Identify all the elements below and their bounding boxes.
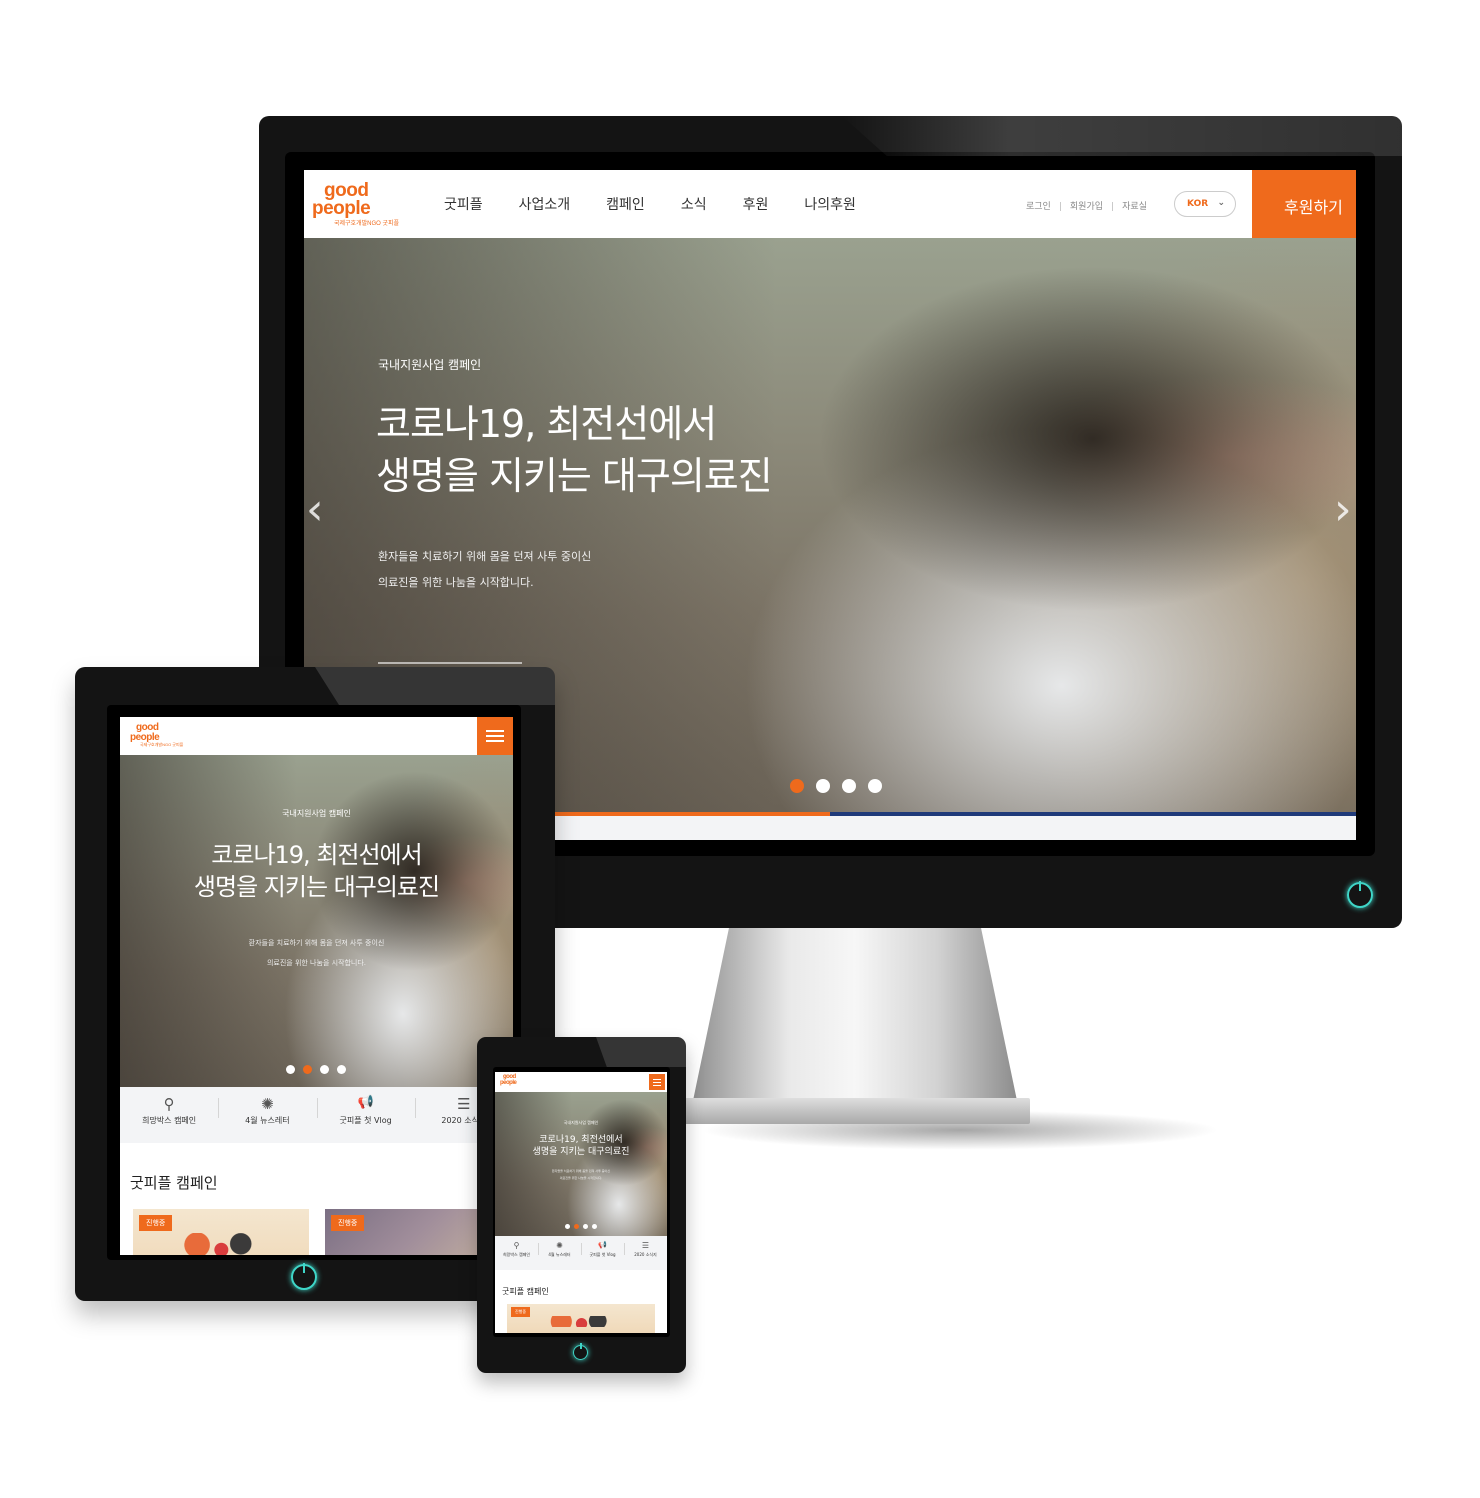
slider-dots bbox=[565, 1224, 597, 1229]
logo-text-people: people bbox=[312, 198, 371, 220]
hero-kicker: 국내지원사업 캠페인 bbox=[563, 1120, 599, 1125]
quick-links: ⚲ 희망박스 캠페인 ✺ 4월 뉴스레터 📢 굿피플 첫 Vlog ☰ 2020… bbox=[495, 1236, 667, 1270]
language-value: KOR bbox=[1187, 199, 1209, 209]
chevron-down-icon: ⌄ bbox=[1217, 198, 1225, 208]
logo[interactable]: good people 국제구호개발NGO 굿피플 bbox=[130, 723, 183, 748]
slider-dot[interactable] bbox=[337, 1065, 346, 1074]
hero-kicker: 국내지원사업 캠페인 bbox=[378, 358, 482, 372]
campaign-section-title: 굿피플 캠페인 bbox=[130, 1174, 218, 1192]
tablet-power-icon bbox=[291, 1264, 317, 1290]
monitor-stand bbox=[690, 925, 1020, 1115]
nav-item-news[interactable]: 소식 bbox=[681, 194, 707, 214]
donate-button[interactable]: 후원하기 bbox=[1252, 170, 1356, 238]
quick-link-newsletter[interactable]: ✺ 4월 뉴스레터 bbox=[538, 1236, 581, 1270]
phone-screen: good people 국내지원사업 캠페인 코로나19, 최전선에서 생명을 … bbox=[495, 1072, 667, 1333]
nav-item-donate[interactable]: 후원 bbox=[743, 194, 769, 214]
desktop-header: good people 국제구호개발NGO 굿피플 굿피플 사업소개 캠페인 소… bbox=[304, 170, 1356, 238]
hero-title: 코로나19, 최전선에서 생명을 지키는 대구의료진 bbox=[532, 1135, 630, 1157]
status-badge: 진행중 bbox=[511, 1307, 531, 1317]
util-separator: | bbox=[1111, 202, 1115, 212]
status-badge: 진행중 bbox=[139, 1215, 173, 1231]
slider-dot[interactable] bbox=[320, 1065, 329, 1074]
slider-dot[interactable] bbox=[574, 1224, 579, 1229]
megaphone-icon: 📢 bbox=[598, 1241, 607, 1249]
badge-icon: ✺ bbox=[556, 1241, 563, 1250]
slider-dots bbox=[286, 1065, 346, 1074]
language-select[interactable]: KOR ⌄ bbox=[1174, 191, 1236, 217]
phone-header: good people bbox=[495, 1072, 667, 1092]
slider-dots bbox=[790, 779, 882, 793]
badge-icon: ✺ bbox=[261, 1095, 274, 1113]
signup-link[interactable]: 회원가입 bbox=[1070, 202, 1103, 212]
quick-link-newsletter[interactable]: ✺ 4월 뉴스레터 bbox=[218, 1087, 316, 1143]
quick-link-vlog[interactable]: 📢 굿피플 첫 Vlog bbox=[581, 1236, 624, 1270]
quick-link-vlog[interactable]: 📢 굿피플 첫 Vlog bbox=[316, 1087, 415, 1143]
hero-description: 환자들을 치료하기 위해 몸을 던져 사투 중이신 의료진을 위한 나눔을 시작… bbox=[378, 550, 592, 589]
phone-power-icon bbox=[573, 1345, 588, 1360]
hero-kicker: 국내지원사업 캠페인 bbox=[282, 809, 351, 818]
slider-dot[interactable] bbox=[303, 1065, 312, 1074]
util-separator: | bbox=[1058, 202, 1062, 212]
quick-link-label: 4월 뉴스레터 bbox=[548, 1252, 571, 1257]
quick-link-magazine[interactable]: ☰ 2020 소식지 bbox=[624, 1236, 667, 1270]
hero-slider: 국내지원사업 캠페인 코로나19, 최전선에서 생명을 지키는 대구의료진 환자… bbox=[120, 755, 513, 1087]
nav-item-business[interactable]: 사업소개 bbox=[519, 194, 571, 214]
hero-title: 코로나19, 최전선에서 생명을 지키는 대구의료진 bbox=[193, 841, 440, 901]
tablet-header: good people 국제구호개발NGO 굿피플 bbox=[120, 717, 513, 755]
login-link[interactable]: 로그인 bbox=[1026, 202, 1051, 212]
quick-link-hope-box[interactable]: ⚲ 희망박스 캠페인 bbox=[120, 1087, 218, 1143]
archive-link[interactable]: 자료실 bbox=[1122, 202, 1147, 212]
quick-link-label: 4월 뉴스레터 bbox=[245, 1116, 290, 1125]
logo-subtitle: 국제구호개발NGO 굿피플 bbox=[140, 742, 184, 747]
quick-link-label: 굿피플 첫 Vlog bbox=[589, 1252, 616, 1257]
hero-description: 환자들을 치료하기 위해 몸을 던져 사투 중이신 의료진을 위한 나눔을 시작… bbox=[551, 1169, 611, 1180]
hamburger-menu-icon[interactable] bbox=[649, 1074, 665, 1090]
search-heart-icon: ⚲ bbox=[163, 1095, 175, 1113]
logo[interactable]: good people 국제구호개발NGO 굿피플 bbox=[312, 181, 400, 228]
slider-dot[interactable] bbox=[816, 779, 830, 793]
slider-dot[interactable] bbox=[565, 1224, 570, 1229]
campaign-section-title: 굿피플 캠페인 bbox=[502, 1287, 549, 1296]
quick-link-label: 굿피플 첫 Vlog bbox=[339, 1116, 392, 1125]
logo-text-people: people bbox=[130, 731, 160, 743]
utility-links: 로그인 | 회원가입 | 자료실 bbox=[1026, 199, 1147, 212]
slider-dot[interactable] bbox=[842, 779, 856, 793]
search-heart-icon: ⚲ bbox=[513, 1241, 520, 1250]
hero-title: 코로나19, 최전선에서 생명을 지키는 대구의료진 bbox=[376, 402, 773, 498]
megaphone-icon: 📢 bbox=[357, 1095, 374, 1110]
nav-item-my-donation[interactable]: 나의후원 bbox=[804, 194, 856, 214]
device-mockup-stage: good people 국제구호개발NGO 굿피플 굿피플 사업소개 캠페인 소… bbox=[0, 0, 1480, 1498]
status-badge: 진행중 bbox=[331, 1215, 365, 1231]
main-nav: 굿피플 사업소개 캠페인 소식 후원 나의후원 bbox=[444, 194, 892, 214]
quick-link-hope-box[interactable]: ⚲ 희망박스 캠페인 bbox=[495, 1236, 538, 1270]
quick-link-label: 희망박스 캠페인 bbox=[502, 1252, 531, 1257]
logo[interactable]: good people bbox=[500, 1074, 517, 1086]
slider-dot[interactable] bbox=[583, 1224, 588, 1229]
hamburger-menu-icon[interactable] bbox=[477, 717, 513, 755]
tablet-screen: good people 국제구호개발NGO 굿피플 국내지원사업 캠페인 코로나… bbox=[120, 717, 513, 1255]
hero-slider: 국내지원사업 캠페인 코로나19, 최전선에서 생명을 지키는 대구의료진 환자… bbox=[495, 1092, 667, 1236]
monitor-power-icon bbox=[1347, 882, 1373, 908]
slider-dot[interactable] bbox=[790, 779, 804, 793]
hero-description: 환자들을 치료하기 위해 몸을 던져 사투 중이신 의료진을 위한 나눔을 시작… bbox=[248, 939, 385, 967]
quick-links: ⚲ 희망박스 캠페인 ✺ 4월 뉴스레터 📢 굿피플 첫 Vlog ☰ 2020… bbox=[120, 1087, 513, 1143]
campaign-card[interactable]: 진행중 bbox=[507, 1304, 655, 1333]
slider-dot[interactable] bbox=[592, 1224, 597, 1229]
campaign-card[interactable]: 진행중 bbox=[325, 1209, 501, 1255]
slider-dot[interactable] bbox=[286, 1065, 295, 1074]
quick-link-label: 희망박스 캠페인 bbox=[142, 1116, 197, 1125]
newspaper-icon: ☰ bbox=[641, 1241, 650, 1250]
campaign-card[interactable]: 진행중 bbox=[133, 1209, 309, 1255]
quick-link-label: 2020 소식지 bbox=[634, 1252, 657, 1257]
next-arrow-icon[interactable]: › bbox=[1334, 484, 1352, 535]
logo-subtitle: 국제구호개발NGO 굿피플 bbox=[334, 221, 400, 228]
nav-item-campaign[interactable]: 캠페인 bbox=[606, 194, 645, 214]
logo-text-people: people bbox=[500, 1079, 517, 1086]
nav-item-goodpeople[interactable]: 굿피플 bbox=[444, 194, 483, 214]
prev-arrow-icon[interactable]: ‹ bbox=[306, 484, 324, 535]
slider-dot[interactable] bbox=[868, 779, 882, 793]
hero-more-button[interactable] bbox=[378, 662, 522, 664]
